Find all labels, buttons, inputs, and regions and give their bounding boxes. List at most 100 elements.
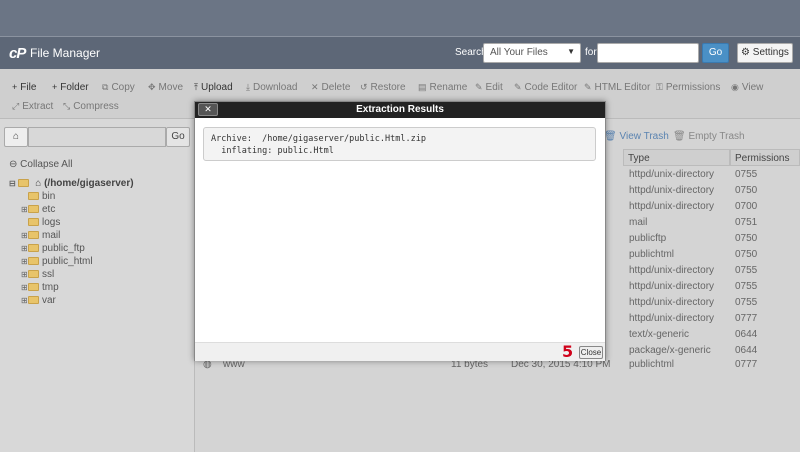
collapse-all-link[interactable]: ⊖ Collapse All (9, 159, 72, 170)
expand-icon[interactable]: ⊞ (21, 257, 28, 266)
chevron-down-icon: ▼ (567, 47, 575, 56)
folder-icon: + (52, 82, 58, 92)
folder-icon (28, 270, 39, 278)
folder-icon (28, 283, 39, 291)
toolbar-copy-button[interactable]: ⧉ Copy (102, 82, 135, 93)
file-type: package/x-generic (629, 345, 711, 356)
file-permissions: 0755 (735, 265, 758, 276)
file-permissions: 0777 (735, 359, 758, 370)
tree-folder-etc[interactable]: ⊞ etc (21, 204, 55, 215)
file-permissions: 0644 (735, 329, 758, 340)
tree-folder-ssl[interactable]: ⊞ ssl (21, 269, 54, 280)
expand-icon[interactable]: ⊞ (21, 244, 28, 253)
folder-icon (28, 231, 39, 239)
toolbar-move-button[interactable]: ✥ Move (148, 82, 183, 93)
view-trash-link[interactable]: 🗑 View Trash (604, 131, 669, 142)
app-title: File Manager (30, 46, 101, 60)
file-permissions: 0750 (735, 249, 758, 260)
expand-icon[interactable]: ⊞ (21, 205, 28, 214)
toolbar-compress-button[interactable]: ⤡ Compress (63, 101, 119, 112)
file-permissions: 0750 (735, 185, 758, 196)
file-type: httpd/unix-directory (629, 185, 715, 196)
file-type: text/x-generic (629, 329, 690, 340)
toolbar-download-button[interactable]: ⤓ Download (246, 82, 297, 93)
toolbar-label: Permissions (665, 82, 721, 93)
search-scope-select[interactable]: All Your Files ▼ (483, 43, 581, 63)
toolbar-edit-button[interactable]: ✎ Edit (475, 82, 503, 93)
toolbar-folder-button[interactable]: + Folder (52, 82, 89, 93)
view-trash-label: View Trash (619, 131, 669, 142)
toolbar-label: Compress (73, 101, 119, 112)
output-line: inflating: public.Html (211, 146, 334, 156)
tree-folder-label: mail (42, 230, 61, 241)
close-icon[interactable]: ✕ (198, 103, 218, 116)
toolbar-restore-button[interactable]: ↺ Restore (360, 82, 406, 93)
path-input[interactable] (28, 127, 166, 147)
tree-folder-bin[interactable]: bin (21, 191, 55, 202)
file-permissions: 0777 (735, 313, 758, 324)
tree-folder-public-html[interactable]: ⊞ public_html (21, 256, 93, 267)
close-button[interactable]: Close (579, 346, 603, 359)
toolbar-label: Extract (22, 101, 54, 112)
file-type: httpd/unix-directory (629, 297, 715, 308)
tree-folder-mail[interactable]: ⊞ mail (21, 230, 60, 241)
empty-trash-label: Empty Trash (688, 131, 745, 142)
file-type: publichtml (629, 359, 675, 370)
sidebar: ⌂ Go ⊖ Collapse All ⊟ ⌂ (/home/gigaserve… (0, 119, 194, 452)
toolbar-label: Restore (370, 82, 406, 93)
output-line: Archive: /home/gigaserver/public.Html.zi… (211, 134, 426, 144)
toolbar-html-editor-button[interactable]: ✎ HTML Editor (584, 82, 650, 93)
file-permissions: 0751 (735, 217, 758, 228)
search-go-button[interactable]: Go (702, 43, 729, 63)
tree-folder-tmp[interactable]: ⊞ tmp (21, 282, 59, 293)
permissions-icon: ⚿ (656, 82, 663, 92)
tree-folder-var[interactable]: ⊞ var (21, 295, 56, 306)
collapse-all-label: Collapse All (20, 159, 73, 170)
toolbar-rename-button[interactable]: ▤ Rename (418, 82, 467, 93)
tree-folder-logs[interactable]: logs (21, 217, 60, 228)
toolbar-extract-button[interactable]: ⤢ Extract (12, 101, 53, 112)
empty-trash-link[interactable]: 🗑 Empty Trash (673, 131, 745, 142)
expand-icon[interactable]: ⊞ (21, 296, 28, 305)
toolbar-label: Delete (321, 82, 351, 93)
file-icon: + (12, 82, 18, 92)
column-header-permissions[interactable]: Permissions (730, 149, 800, 166)
folder-icon (28, 244, 39, 252)
toolbar-view-button[interactable]: ◉ View (731, 82, 763, 93)
file-type: httpd/unix-directory (629, 201, 715, 212)
home-button[interactable]: ⌂ (4, 127, 28, 147)
cpanel-logo: cP (9, 45, 26, 62)
settings-button[interactable]: ⚙ Settings (737, 43, 793, 63)
move-icon: ✥ (148, 82, 156, 92)
column-header-type[interactable]: Type (623, 149, 730, 166)
search-input[interactable] (597, 43, 699, 63)
expand-icon[interactable]: ⊞ (21, 231, 28, 240)
expand-icon[interactable]: ⊞ (21, 283, 28, 292)
file-type: httpd/unix-directory (629, 313, 715, 324)
expand-icon[interactable]: ⊞ (21, 270, 28, 279)
browser-top-strip (0, 0, 800, 37)
settings-label: Settings (752, 47, 789, 58)
folder-icon (28, 192, 39, 200)
path-go-button[interactable]: Go (166, 127, 190, 147)
step-marker: 5 (562, 342, 574, 361)
tree-root[interactable]: ⊟ ⌂ (/home/gigaserver) (9, 178, 134, 189)
toolbar-upload-button[interactable]: ⤒ Upload (194, 82, 233, 93)
tree-folder-label: logs (42, 217, 61, 228)
toolbar-label: Upload (200, 82, 233, 93)
toolbar-file-button[interactable]: + File (12, 82, 36, 93)
toolbar-delete-button[interactable]: ✕ Delete (311, 82, 350, 93)
toolbar-label: Move (158, 82, 183, 93)
extraction-output: Archive: /home/gigaserver/public.Html.zi… (203, 127, 596, 161)
toolbar-code-editor-button[interactable]: ✎ Code Editor (514, 82, 577, 93)
file-type: publicftp (629, 233, 667, 244)
tree-folder-label: var (42, 295, 56, 306)
tree-folder-public-ftp[interactable]: ⊞ public_ftp (21, 243, 85, 254)
tree-root-label: (/home/gigaserver) (44, 178, 134, 189)
delete-icon: ✕ (311, 82, 319, 92)
rename-icon: ▤ (418, 82, 427, 92)
home-icon: ⌂ (35, 178, 42, 189)
html-editor-icon: ✎ (584, 82, 592, 92)
toolbar-permissions-button[interactable]: ⚿ Permissions (656, 82, 720, 93)
view-icon: ◉ (731, 82, 739, 92)
